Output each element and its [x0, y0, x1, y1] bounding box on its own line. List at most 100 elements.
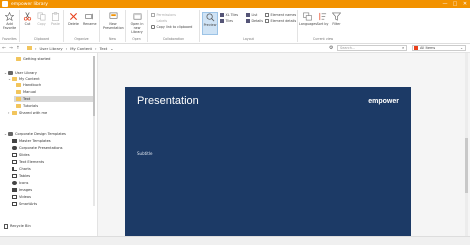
ribbon-group-open: Open in new Library Open — [126, 10, 148, 42]
address-bar: ← → ↑ › User Library › My Content › Text… — [0, 44, 470, 53]
breadcrumb-separator: › — [65, 45, 68, 51]
breadcrumb-text[interactable]: Text — [100, 46, 108, 51]
expand-chevron-icon[interactable]: ⌄ — [4, 71, 7, 75]
preview-scrollbar[interactable] — [465, 53, 468, 236]
forward-arrow-icon[interactable]: → — [8, 46, 14, 51]
rename-button[interactable]: Rename — [83, 12, 97, 32]
master-templates-icon — [12, 139, 17, 143]
element-details-toggle[interactable]: Element details — [265, 18, 296, 23]
labels-button[interactable]: Labels — [151, 18, 168, 23]
settings-gear-icon[interactable]: ⚙ — [329, 45, 333, 51]
languages-button[interactable]: Languages — [299, 12, 317, 32]
back-arrow-icon[interactable]: ← — [1, 46, 7, 51]
tree-item-tutorials[interactable]: Tutorials — [16, 103, 38, 109]
tree-item-smartarts[interactable]: SmartArts — [12, 201, 37, 207]
ribbon-group-layout: Preview XL Tiles List Element names Tile… — [200, 10, 298, 42]
list-button[interactable]: List — [246, 12, 257, 17]
link-icon — [151, 24, 155, 29]
maximize-button[interactable]: □ — [450, 0, 460, 8]
minimize-button[interactable]: — — [440, 0, 450, 8]
tree-item-text[interactable]: Text — [14, 96, 93, 102]
preview-pane: Presentation empower Subtitle — [98, 53, 470, 245]
ribbon-group-collaboration: Permissions Labels Copy link to clipboar… — [148, 10, 200, 42]
recycle-bin-link[interactable]: Recycle Bin — [4, 223, 31, 229]
tree-item-text-elements[interactable]: Text Elements — [12, 159, 44, 165]
add-favorite-button[interactable]: Add Favorite — [3, 12, 16, 32]
breadcrumb-separator: › — [35, 45, 37, 51]
group-label: Favorites — [2, 37, 17, 41]
folder-icon — [12, 77, 17, 81]
tree-item-tables[interactable]: Tables — [12, 173, 30, 179]
slide-subtitle: Subtitle — [137, 151, 153, 156]
tree-item-shared-with-me[interactable]: › Shared with me — [8, 110, 47, 116]
ribbon: Add Favorite Favorites Cut Copy Paste Cl… — [0, 8, 470, 44]
search-icon[interactable]: ⌕ — [402, 45, 404, 50]
tree-item-getting-started[interactable]: Getting started — [16, 56, 50, 62]
folder-icon — [16, 83, 21, 87]
app-logo-icon — [2, 1, 8, 7]
chevron-down-icon[interactable]: ⌄ — [110, 46, 113, 51]
folder-icon — [16, 57, 21, 61]
new-presentation-button[interactable]: New Presentation — [103, 12, 124, 32]
tree-item-master-templates[interactable]: Master Templates — [12, 138, 51, 144]
tree-item-slides[interactable]: Slides — [12, 152, 30, 158]
scissors-icon — [23, 12, 32, 21]
tree-item-manual[interactable]: Manual — [16, 89, 36, 95]
checkbox-icon — [265, 18, 269, 23]
ribbon-group-organize: Delete Rename Organize — [64, 10, 100, 42]
group-label: Organize — [74, 37, 89, 41]
folder-icon — [12, 111, 17, 115]
paste-button[interactable]: Paste — [49, 12, 62, 32]
filter-button[interactable]: Filter — [330, 12, 343, 32]
preview-scrollbar-thumb[interactable] — [465, 138, 468, 193]
table-icon — [12, 174, 17, 178]
checkbox-icon — [265, 12, 269, 17]
filter-icon — [332, 12, 341, 21]
user-library-icon — [8, 71, 13, 75]
open-in-new-library-button[interactable]: Open in new Library — [128, 12, 146, 34]
breadcrumb-my-content[interactable]: My Content — [70, 46, 92, 51]
search-input[interactable]: Search... — [337, 45, 407, 51]
filter-dropdown[interactable]: All Items ⌄ — [412, 45, 466, 51]
close-button[interactable]: ✕ — [460, 0, 470, 8]
permissions-button[interactable]: Permissions — [151, 12, 176, 17]
element-names-toggle[interactable]: Element names — [265, 12, 296, 17]
group-label: Layout — [243, 37, 254, 41]
details-icon — [246, 18, 250, 23]
up-arrow-icon[interactable]: ↑ — [15, 46, 21, 51]
xl-tiles-button[interactable]: XL Tiles — [220, 12, 238, 17]
tree-item-charts[interactable]: Charts — [12, 166, 31, 172]
ribbon-group-new: New Presentation New — [100, 10, 126, 42]
tree-item-corporate-presentations[interactable]: Corporate Presentations — [12, 145, 63, 151]
group-label: Open — [132, 37, 141, 41]
tree-item-handbuch[interactable]: Handbuch — [16, 82, 41, 88]
video-icon — [12, 195, 17, 199]
copy-link-button[interactable]: Copy link to clipboard — [151, 24, 192, 29]
delete-button[interactable]: Delete — [67, 12, 80, 32]
star-icon — [5, 12, 14, 21]
expand-chevron-icon[interactable]: › — [8, 111, 11, 115]
tree-item-images[interactable]: Images — [12, 187, 32, 193]
status-bar — [0, 236, 470, 245]
breadcrumb-user-library[interactable]: User Library — [40, 46, 63, 51]
details-button[interactable]: Details — [246, 18, 263, 23]
sidebar-scrollbar-thumb[interactable] — [93, 56, 95, 116]
preview-button[interactable]: Preview — [202, 12, 218, 35]
cut-button[interactable]: Cut — [21, 12, 34, 32]
slide-preview[interactable]: Presentation empower Subtitle — [125, 87, 411, 245]
tree-item-icons[interactable]: Icons — [12, 180, 28, 186]
sort-by-button[interactable]: Sort by — [316, 12, 329, 32]
copy-button[interactable]: Copy — [35, 12, 48, 32]
text-elements-icon — [12, 160, 17, 164]
bar-chart-icon — [12, 167, 17, 171]
label-icon — [151, 19, 155, 23]
tree-item-videos[interactable]: Videos — [12, 194, 31, 200]
expand-chevron-icon[interactable]: ⌄ — [8, 77, 11, 81]
rename-icon — [85, 13, 93, 20]
tree-item-corporate-design-templates[interactable]: ⌄ Corporate Design Templates — [4, 131, 66, 137]
chevron-down-icon: ⌄ — [460, 46, 463, 50]
folder-icon — [27, 46, 32, 50]
expand-chevron-icon[interactable]: ⌄ — [4, 132, 7, 136]
tiles-button[interactable]: Tiles — [220, 18, 233, 23]
folder-icon — [16, 104, 21, 108]
